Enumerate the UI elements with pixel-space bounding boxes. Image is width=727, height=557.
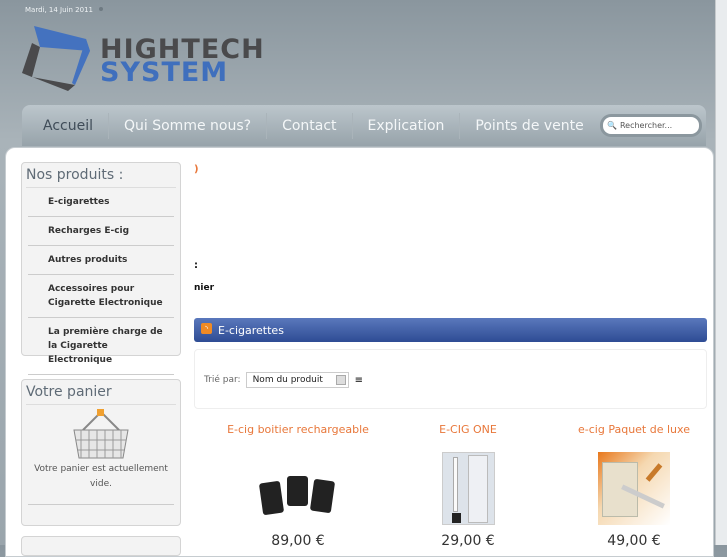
date: Mardi, 14 Juin 2011 bbox=[25, 6, 93, 14]
logo-icon bbox=[22, 26, 90, 91]
search-box: 🔍 Rechercher... bbox=[600, 114, 702, 137]
nav-contact[interactable]: Contact bbox=[267, 112, 353, 139]
category-link[interactable]: Autres produits bbox=[28, 246, 174, 275]
category-link[interactable]: La première charge de la Cigarette Elect… bbox=[28, 318, 174, 375]
chevron-down-icon bbox=[335, 375, 346, 385]
product-name[interactable]: E-cig boitier rechargeable bbox=[213, 423, 383, 436]
sort-value: Nom du produit bbox=[252, 375, 323, 385]
nav-accueil[interactable]: Accueil bbox=[28, 112, 109, 139]
nav-points-de-vente[interactable]: Points de vente bbox=[460, 113, 598, 139]
category-link[interactable]: E-cigarettes bbox=[28, 188, 174, 217]
product-image[interactable] bbox=[598, 452, 670, 525]
sort-select[interactable]: Nom du produit bbox=[245, 372, 349, 388]
cart-empty-text: Votre panier est actuellement vide. bbox=[34, 464, 168, 489]
sidebar-box bbox=[21, 536, 181, 556]
category-header: ◝ E-cigarettes bbox=[194, 318, 707, 342]
products-box: Nos produits : E-cigarettes Recharges E-… bbox=[21, 162, 181, 375]
product-card: E-cig boitier rechargeable 89,00 € bbox=[213, 423, 383, 549]
product-price: 49,00 € bbox=[607, 533, 661, 549]
nav-explication[interactable]: Explication bbox=[353, 112, 461, 139]
product-image[interactable] bbox=[441, 452, 495, 525]
search-input[interactable]: 🔍 Rechercher... bbox=[603, 117, 699, 134]
cart-title[interactable]: Votre panier bbox=[26, 384, 176, 405]
text-fragment: nier bbox=[194, 283, 215, 293]
text-fragment: : bbox=[194, 260, 198, 271]
rss-icon[interactable]: ◝ bbox=[201, 323, 212, 334]
product-image[interactable] bbox=[258, 474, 336, 524]
products-title: Nos produits : bbox=[26, 167, 176, 188]
sort-order-icon[interactable]: ≡ bbox=[355, 375, 363, 386]
category-link[interactable]: Accessoires pour Cigarette Electronique bbox=[28, 275, 174, 318]
main-nav: Accueil Qui Somme nous? Contact Explicat… bbox=[22, 105, 706, 146]
category-link[interactable]: Recharges E-cig bbox=[28, 217, 174, 246]
bullet-icon bbox=[99, 7, 103, 11]
search-icon: 🔍 bbox=[607, 121, 617, 130]
product-price: 29,00 € bbox=[441, 533, 495, 549]
product-card: E-CIG ONE 29,00 € bbox=[383, 423, 553, 549]
search-placeholder: Rechercher... bbox=[619, 121, 673, 130]
sort-label: Trié par: bbox=[204, 375, 241, 385]
sort-box: Trié par: Nom du produit ≡ bbox=[194, 349, 707, 409]
product-name[interactable]: e-cig Paquet de luxe bbox=[549, 423, 719, 436]
nav-qui-somme-nous[interactable]: Qui Somme nous? bbox=[109, 112, 268, 139]
category-title: E-cigarettes bbox=[218, 323, 284, 337]
product-name[interactable]: E-CIG ONE bbox=[383, 423, 553, 436]
breadcrumb-fragment: ) bbox=[194, 164, 199, 175]
logo[interactable]: HIGHTECH SYSTEM bbox=[100, 36, 265, 86]
cart-box: Votre panier Votre panier est actuelleme… bbox=[21, 379, 181, 526]
basket-icon bbox=[73, 409, 129, 459]
divider bbox=[28, 504, 174, 505]
product-price: 89,00 € bbox=[271, 533, 325, 549]
product-card: e-cig Paquet de luxe 49,00 € bbox=[549, 423, 719, 549]
